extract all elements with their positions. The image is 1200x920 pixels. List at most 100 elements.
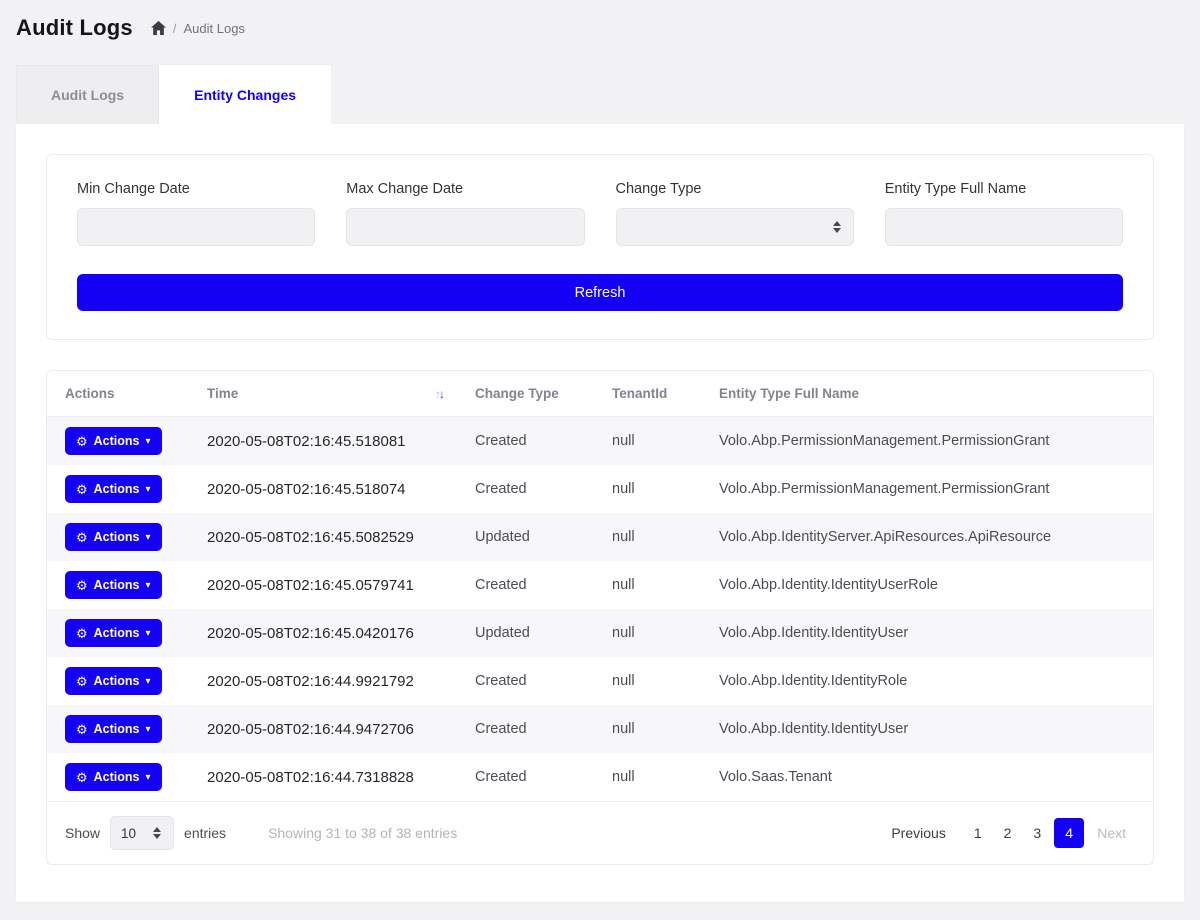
cell-tenantid: null xyxy=(600,417,707,466)
page-size-select[interactable]: 10 xyxy=(110,816,174,850)
pagination-page-1[interactable]: 1 xyxy=(965,820,991,846)
cell-time: 2020-05-08T02:16:45.5082529 xyxy=(195,513,463,561)
cell-time: 2020-05-08T02:16:44.7318828 xyxy=(195,753,463,801)
cell-tenantid: null xyxy=(600,513,707,561)
caret-down-icon: ▾ xyxy=(146,772,151,783)
select-arrows-icon xyxy=(153,827,161,839)
caret-down-icon: ▾ xyxy=(146,724,151,735)
pagination-page-2[interactable]: 2 xyxy=(995,820,1021,846)
cell-time: 2020-05-08T02:16:45.0579741 xyxy=(195,561,463,609)
filter-max-change-date: Max Change Date xyxy=(346,181,584,246)
caret-down-icon: ▾ xyxy=(146,580,151,591)
caret-down-icon: ▾ xyxy=(146,436,151,447)
column-header-entity-type[interactable]: Entity Type Full Name xyxy=(707,371,1153,417)
tab-content-panel: Min Change Date Max Change Date Change T… xyxy=(16,124,1184,902)
gear-icon: ⚙ xyxy=(76,627,88,640)
tab-audit-logs[interactable]: Audit Logs xyxy=(16,65,159,124)
table-row: ⚙Actions▾ 2020-05-08T02:16:45.0420176 Up… xyxy=(47,609,1153,657)
change-type-label: Change Type xyxy=(616,181,854,197)
table-row: ⚙Actions▾ 2020-05-08T02:16:45.0579741 Cr… xyxy=(47,561,1153,609)
page-title: Audit Logs xyxy=(16,15,133,41)
gear-icon: ⚙ xyxy=(76,435,88,448)
table-header-row: Actions Time ↑↓ Change Type TenantId Ent… xyxy=(47,371,1153,417)
cell-entity-type: Volo.Abp.PermissionManagement.Permission… xyxy=(707,465,1153,513)
row-actions-button[interactable]: ⚙Actions▾ xyxy=(65,619,162,647)
cell-change-type: Created xyxy=(463,465,600,513)
table-row: ⚙Actions▾ 2020-05-08T02:16:44.7318828 Cr… xyxy=(47,753,1153,801)
cell-time: 2020-05-08T02:16:45.0420176 xyxy=(195,609,463,657)
cell-change-type: Created xyxy=(463,705,600,753)
cell-tenantid: null xyxy=(600,609,707,657)
pagination-next[interactable]: Next xyxy=(1088,820,1135,846)
table-footer: Show 10 entries Showing 31 to 38 of 38 e… xyxy=(47,801,1153,864)
pagination-previous[interactable]: Previous xyxy=(882,820,954,846)
page-header: Audit Logs / Audit Logs xyxy=(0,0,1200,53)
row-actions-button[interactable]: ⚙Actions▾ xyxy=(65,571,162,599)
cell-tenantid: null xyxy=(600,753,707,801)
row-actions-button[interactable]: ⚙Actions▾ xyxy=(65,475,162,503)
cell-time: 2020-05-08T02:16:45.518074 xyxy=(195,465,463,513)
breadcrumb-current: Audit Logs xyxy=(184,21,245,36)
table-summary: Showing 31 to 38 of 38 entries xyxy=(268,825,457,841)
row-actions-button[interactable]: ⚙Actions▾ xyxy=(65,763,162,791)
caret-down-icon: ▾ xyxy=(146,676,151,687)
column-header-actions[interactable]: Actions xyxy=(47,371,195,417)
gear-icon: ⚙ xyxy=(76,771,88,784)
gear-icon: ⚙ xyxy=(76,531,88,544)
table-row: ⚙Actions▾ 2020-05-08T02:16:45.518074 Cre… xyxy=(47,465,1153,513)
column-header-time[interactable]: Time ↑↓ xyxy=(195,371,463,417)
cell-tenantid: null xyxy=(600,705,707,753)
cell-time: 2020-05-08T02:16:45.518081 xyxy=(195,417,463,466)
cell-change-type: Created xyxy=(463,753,600,801)
entity-type-label: Entity Type Full Name xyxy=(885,181,1123,197)
change-type-select[interactable] xyxy=(616,208,854,246)
column-header-tenantid[interactable]: TenantId xyxy=(600,371,707,417)
cell-time: 2020-05-08T02:16:44.9921792 xyxy=(195,657,463,705)
pagination-page-4-active[interactable]: 4 xyxy=(1054,818,1084,848)
cell-change-type: Updated xyxy=(463,609,600,657)
gear-icon: ⚙ xyxy=(76,675,88,688)
caret-down-icon: ▾ xyxy=(146,484,151,495)
show-label: Show xyxy=(65,825,100,841)
filter-min-change-date: Min Change Date xyxy=(77,181,315,246)
pagination: Previous 1 2 3 4 Next xyxy=(882,818,1135,848)
column-header-change-type[interactable]: Change Type xyxy=(463,371,600,417)
table-row: ⚙Actions▾ 2020-05-08T02:16:45.5082529 Up… xyxy=(47,513,1153,561)
entity-type-input[interactable] xyxy=(885,208,1123,246)
cell-time: 2020-05-08T02:16:44.9472706 xyxy=(195,705,463,753)
cell-entity-type: Volo.Abp.Identity.IdentityUserRole xyxy=(707,561,1153,609)
row-actions-button[interactable]: ⚙Actions▾ xyxy=(65,427,162,455)
tabs-row: Audit Logs Entity Changes xyxy=(16,65,1184,124)
row-actions-button[interactable]: ⚙Actions▾ xyxy=(65,667,162,695)
cell-tenantid: null xyxy=(600,657,707,705)
caret-down-icon: ▾ xyxy=(146,532,151,543)
cell-tenantid: null xyxy=(600,561,707,609)
cell-entity-type: Volo.Abp.IdentityServer.ApiResources.Api… xyxy=(707,513,1153,561)
max-change-date-input[interactable] xyxy=(346,208,584,246)
table-row: ⚙Actions▾ 2020-05-08T02:16:45.518081 Cre… xyxy=(47,417,1153,466)
select-arrows-icon xyxy=(833,221,841,233)
min-change-date-input[interactable] xyxy=(77,208,315,246)
cell-change-type: Created xyxy=(463,561,600,609)
filter-change-type: Change Type xyxy=(616,181,854,246)
cell-tenantid: null xyxy=(600,465,707,513)
row-actions-button[interactable]: ⚙Actions▾ xyxy=(65,715,162,743)
row-actions-button[interactable]: ⚙Actions▾ xyxy=(65,523,162,551)
sort-icon[interactable]: ↑↓ xyxy=(435,387,443,401)
cell-entity-type: Volo.Abp.Identity.IdentityUser xyxy=(707,705,1153,753)
cell-entity-type: Volo.Abp.Identity.IdentityUser xyxy=(707,609,1153,657)
gear-icon: ⚙ xyxy=(76,723,88,736)
breadcrumb-separator: / xyxy=(173,21,177,36)
cell-entity-type: Volo.Abp.PermissionManagement.Permission… xyxy=(707,417,1153,466)
tab-entity-changes[interactable]: Entity Changes xyxy=(159,65,331,124)
cell-entity-type: Volo.Saas.Tenant xyxy=(707,753,1153,801)
gear-icon: ⚙ xyxy=(76,483,88,496)
breadcrumb: / Audit Logs xyxy=(151,21,245,36)
pagination-page-3[interactable]: 3 xyxy=(1024,820,1050,846)
refresh-button[interactable]: Refresh xyxy=(77,274,1123,311)
table-row: ⚙Actions▾ 2020-05-08T02:16:44.9921792 Cr… xyxy=(47,657,1153,705)
home-icon[interactable] xyxy=(151,21,166,35)
entity-changes-table: Actions Time ↑↓ Change Type TenantId Ent… xyxy=(47,371,1153,801)
filter-card: Min Change Date Max Change Date Change T… xyxy=(46,154,1154,340)
page-size-value: 10 xyxy=(121,826,136,841)
